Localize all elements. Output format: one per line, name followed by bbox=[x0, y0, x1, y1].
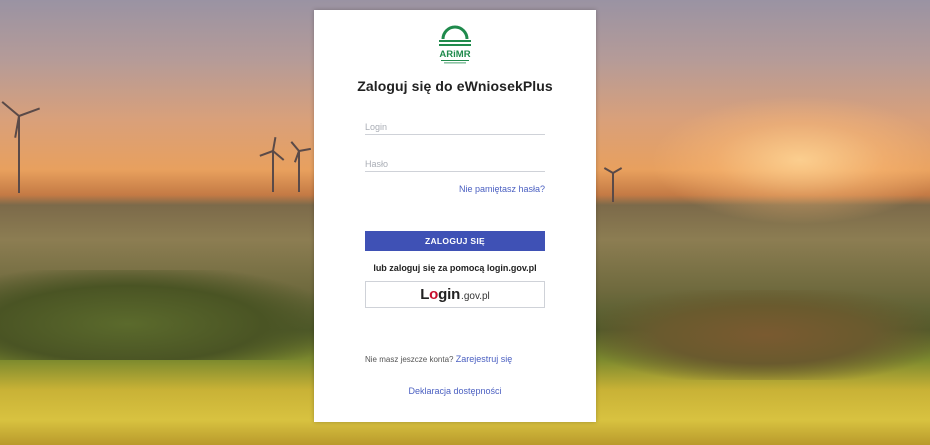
page-title: Zaloguj się do eWniosekPlus bbox=[357, 78, 553, 94]
accessibility-declaration-link[interactable]: Deklaracja dostępności bbox=[314, 386, 596, 396]
login-gov-logo: Login bbox=[420, 286, 460, 303]
sunset-glow bbox=[650, 95, 930, 225]
no-account-text: Nie masz jeszcze konta? bbox=[365, 355, 454, 364]
password-input[interactable] bbox=[365, 156, 545, 172]
login-button[interactable]: ZALOGUJ SIĘ bbox=[365, 231, 545, 251]
arimr-logo-icon: ARiMR bbox=[439, 25, 471, 64]
login-gov-domain: .gov.pl bbox=[461, 290, 490, 302]
login-gov-logo-l: L bbox=[420, 286, 430, 303]
login-gov-logo-gin: gin bbox=[438, 286, 461, 303]
login-gov-logo-o: o bbox=[429, 286, 439, 303]
register-link[interactable]: Zarejestruj się bbox=[456, 354, 513, 364]
background-hill-left bbox=[0, 270, 320, 360]
background-hill-right bbox=[600, 290, 930, 380]
alternative-login-text: lub zaloguj się za pomocą login.gov.pl bbox=[373, 263, 537, 273]
logo-text: ARiMR bbox=[439, 49, 470, 60]
no-account-row: Nie masz jeszcze konta? Zarejestruj się bbox=[365, 354, 512, 364]
login-input[interactable] bbox=[365, 119, 545, 135]
forgot-password-link[interactable]: Nie pamiętasz hasła? bbox=[459, 184, 545, 194]
login-gov-button[interactable]: Login .gov.pl bbox=[365, 281, 545, 308]
login-card: ARiMR Zaloguj się do eWniosekPlus Nie pa… bbox=[314, 10, 596, 422]
arimr-logo: ARiMR bbox=[435, 23, 475, 65]
